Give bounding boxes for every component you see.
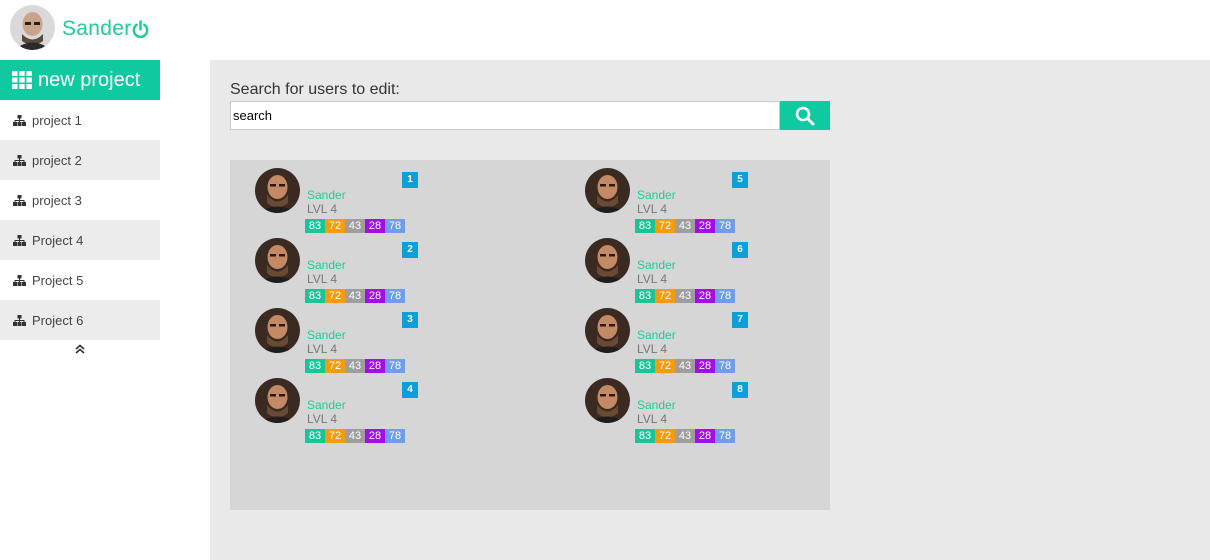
sidebar-item-label: Project 5 [32,272,84,288]
sidebar-item-project[interactable]: Project 5 [0,260,160,300]
user-stats: 83 72 43 28 78 [305,429,405,443]
user-level: LVL 4 [307,412,338,426]
sidebar-item-label: Project 6 [32,312,84,328]
user-number-badge: 2 [402,242,418,258]
sitemap-icon [13,114,26,126]
sitemap-icon [13,234,26,246]
user-level: LVL 4 [307,272,338,286]
top-bar: Sander [0,0,1210,60]
user-stats: 83 72 43 28 78 [635,429,735,443]
user-name[interactable]: Sander [307,258,346,272]
stat-value: 78 [385,429,405,443]
user-card[interactable]: 4 Sander LVL 4 83 72 43 28 78 [230,370,430,443]
sidebar-item-label: Project 4 [32,232,84,248]
search-label: Search for users to edit: [230,81,400,98]
user-avatar [585,238,630,283]
user-avatar [585,378,630,423]
user-avatar [585,168,630,213]
sidebar-item-project[interactable]: project 2 [0,140,160,180]
user-card[interactable]: 5 Sander LVL 4 83 72 43 28 78 [560,160,760,233]
sidebar-item-project[interactable]: Project 6 [0,300,160,340]
user-name[interactable]: Sander [637,258,676,272]
grid-icon [12,71,32,89]
user-card[interactable]: 7 Sander LVL 4 83 72 43 28 78 [560,300,760,373]
user-level: LVL 4 [637,412,668,426]
sitemap-icon [13,154,26,166]
user-name[interactable]: Sander [307,188,346,202]
sidebar-item-project[interactable]: project 3 [0,180,160,220]
user-number-badge: 7 [732,312,748,328]
user-name[interactable]: Sander [637,188,676,202]
user-level: LVL 4 [307,342,338,356]
stat-value: 28 [695,429,715,443]
user-avatar [255,308,300,353]
user-card[interactable]: 2 Sander LVL 4 83 72 43 28 78 [230,230,430,303]
user-level: LVL 4 [307,202,338,216]
search-input[interactable] [230,101,780,130]
user-number-badge: 4 [402,382,418,398]
user-number-badge: 6 [732,242,748,258]
user-number-badge: 1 [402,172,418,188]
stat-value: 83 [305,429,325,443]
stat-value: 72 [655,429,675,443]
user-number-badge: 8 [732,382,748,398]
user-level: LVL 4 [637,202,668,216]
user-number-badge: 3 [402,312,418,328]
sidebar-item-label: project 2 [32,152,82,168]
user-card[interactable]: 8 Sander LVL 4 83 72 43 28 78 [560,370,760,443]
user-name[interactable]: Sander [637,398,676,412]
stat-value: 72 [325,429,345,443]
new-project-label: new project [38,68,141,91]
sitemap-icon [13,194,26,206]
stat-value: 83 [635,429,655,443]
user-card[interactable]: 1 Sander LVL 4 83 72 43 28 78 [230,160,430,233]
stat-value: 43 [345,429,365,443]
user-level: LVL 4 [637,342,668,356]
sidebar-item-project[interactable]: project 1 [0,100,160,140]
user-avatar[interactable] [10,5,55,50]
user-card[interactable]: 3 Sander LVL 4 83 72 43 28 78 [230,300,430,373]
sidebar-item-project[interactable]: Project 4 [0,220,160,260]
stat-value: 78 [715,429,735,443]
user-avatar [255,238,300,283]
user-avatar [255,378,300,423]
sitemap-icon [13,314,26,326]
main-content: Search for users to edit: 1SanderLVL 483… [210,60,1210,560]
user-level: LVL 4 [637,272,668,286]
user-name[interactable]: Sander [307,398,346,412]
user-avatar [255,168,300,213]
stat-value: 43 [675,429,695,443]
sitemap-icon [13,274,26,286]
user-avatar [585,308,630,353]
users-panel: 1 Sander LVL 4 83 72 43 28 78 2 Sander LVL 4 83 72 43… [230,160,830,510]
sidebar: new project project 1 project 2 project 3 P… [0,60,160,354]
stat-value: 28 [365,429,385,443]
power-icon[interactable] [131,20,150,39]
user-number-badge: 5 [732,172,748,188]
sidebar-item-label: project 3 [32,192,82,208]
sidebar-item-label: project 1 [32,112,82,128]
user-name[interactable]: Sander [637,328,676,342]
username: Sander [62,17,132,40]
search-button[interactable] [780,101,830,130]
project-list: project 1 project 2 project 3 Project 4 Proj… [0,100,160,340]
search-icon [795,106,815,125]
new-project-button[interactable]: new project [0,60,160,100]
user-name[interactable]: Sander [307,328,346,342]
collapse-up-icon[interactable] [75,344,85,354]
user-card[interactable]: 6 Sander LVL 4 83 72 43 28 78 [560,230,760,303]
